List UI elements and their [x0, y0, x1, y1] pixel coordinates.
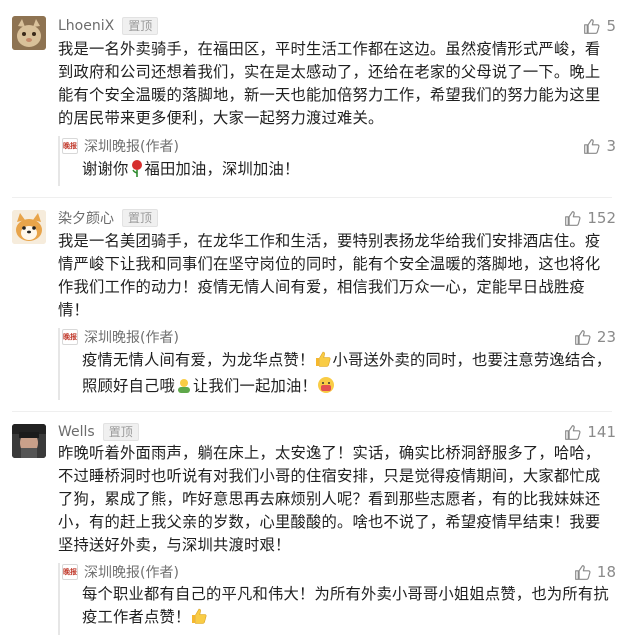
username[interactable]: LhoeniX — [58, 18, 114, 34]
like-count: 18 — [596, 563, 616, 581]
author-logo-icon: 晚报 — [62, 138, 78, 154]
author-logo-icon: 晚报 — [62, 329, 78, 345]
thumbs-up-icon — [565, 210, 581, 226]
rose-icon — [129, 159, 145, 184]
avatar[interactable] — [12, 210, 46, 244]
comment-text: 我是一名美团骑手，在龙华工作和生活，要特别表扬龙华给我们安排酒店住。疫情严峻下让… — [58, 232, 601, 319]
comment-header: 染夕颜心 置顶 — [58, 208, 159, 228]
reply-text: 每个职业都有自己的平凡和伟大！为所有外卖小哥哥小姐姐点赞，也为所有抗疫工作者点赞… — [82, 583, 614, 632]
muscle-emoji-icon — [175, 376, 193, 401]
like-button[interactable]: 141 — [564, 422, 616, 442]
avatar[interactable] — [12, 424, 46, 458]
pinned-badge: 置顶 — [122, 17, 159, 35]
like-count: 3 — [606, 137, 616, 155]
reply-author[interactable]: 深圳晚报(作者) — [84, 327, 179, 347]
reply-like-button[interactable]: 3 — [583, 136, 616, 156]
reply-like-button[interactable]: 18 — [574, 562, 616, 582]
reply-divider — [58, 328, 60, 400]
like-count: 23 — [596, 328, 616, 346]
divider — [12, 411, 612, 412]
reply-text-part: 谢谢你 — [82, 160, 129, 178]
reply-author[interactable]: 深圳晚报(作者) — [84, 136, 179, 156]
reply-like-button[interactable]: 23 — [574, 327, 616, 347]
like-count: 141 — [587, 423, 616, 441]
reply-text-part: 让我们一起加油！ — [192, 377, 317, 395]
comment-text: 我是一名外卖骑手，在福田区，平时生活工作都在这边。虽然疫情形式严峻，看到政府和公… — [58, 40, 601, 127]
reply-text: 疫情无情人间有爱，为龙华点赞！ 小哥送外卖的同时，也要注意劳逸结合，照顾好自己哦让… — [82, 349, 614, 401]
comment-header: LhoeniX 置顶 — [58, 16, 159, 36]
reply-author[interactable]: 深圳晚报(作者) — [84, 562, 179, 582]
username[interactable]: Wells — [58, 424, 95, 440]
reply-divider — [58, 563, 60, 635]
reply-text-part: 福田加油，深圳加油！ — [144, 160, 300, 178]
pinned-badge: 置顶 — [122, 209, 159, 227]
author-logo-icon: 晚报 — [62, 564, 78, 580]
divider — [12, 197, 612, 198]
thumbs-up-icon — [575, 564, 591, 580]
reply-header: 晚报 深圳晚报(作者) — [62, 136, 179, 156]
like-button[interactable]: 5 — [583, 16, 616, 36]
avatar[interactable] — [12, 16, 46, 50]
like-count: 5 — [606, 17, 616, 35]
comment-header: Wells 置顶 — [58, 422, 139, 442]
username[interactable]: 染夕颜心 — [58, 208, 114, 228]
like-button[interactable]: 152 — [564, 208, 616, 228]
mask-face-emoji-icon — [317, 376, 335, 401]
pinned-badge: 置顶 — [102, 423, 139, 441]
reply-header: 晚报 深圳晚报(作者) — [62, 327, 179, 347]
thumbs-up-icon — [584, 138, 600, 154]
reply-divider — [58, 136, 60, 186]
comment-text: 昨晚听着外面雨声，躺在床上，太安逸了！实话，确实比桥洞舒服多了，哈哈，不过睡桥洞… — [58, 444, 601, 554]
thumbs-up-emoji-icon — [314, 350, 332, 375]
reply-text-part: 每个职业都有自己的平凡和伟大！为所有外卖小哥哥小姐姐点赞，也为所有抗疫工作者点赞… — [82, 585, 609, 626]
reply-text: 谢谢你 福田加油，深圳加油！ — [82, 158, 614, 184]
thumbs-up-icon — [584, 18, 600, 34]
reply-text-part: 疫情无情人间有爱，为龙华点赞！ — [82, 351, 315, 369]
thumbs-up-icon — [565, 424, 581, 440]
thumbs-up-emoji-icon — [190, 607, 208, 632]
reply-header: 晚报 深圳晚报(作者) — [62, 562, 179, 582]
thumbs-up-icon — [575, 329, 591, 345]
like-count: 152 — [587, 209, 616, 227]
